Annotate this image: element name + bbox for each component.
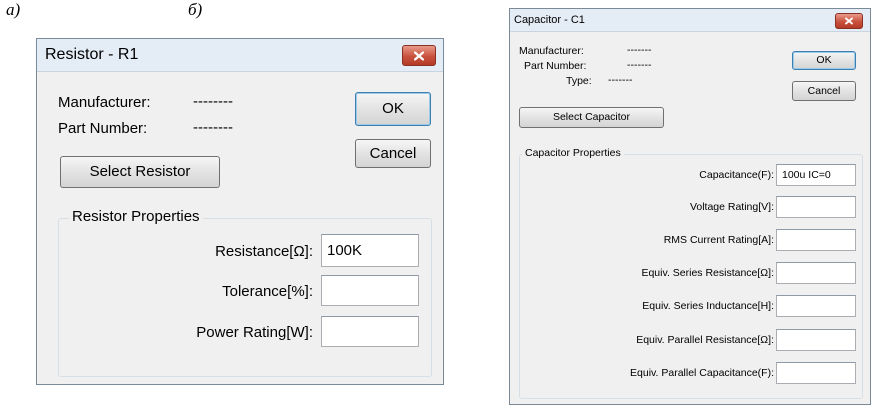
series-inductance-label: Equiv. Series Inductance[H]: <box>642 300 774 312</box>
manufacturer-label: Manufacturer: <box>519 45 584 57</box>
ok-button[interactable]: OK <box>355 92 431 126</box>
manufacturer-label: Manufacturer: <box>58 94 151 111</box>
capacitor-dialog: Capacitor - C1 Manufacturer: ------- Par… <box>509 8 871 405</box>
rms-current-rating-label: RMS Current Rating[A]: <box>663 234 774 246</box>
ok-button[interactable]: OK <box>792 51 856 70</box>
resistance-input[interactable]: 100K <box>321 234 419 267</box>
parallel-capacitance-label: Equiv. Parallel Capacitance(F): <box>630 367 774 379</box>
parallel-resistance-label: Equiv. Parallel Resistance[Ω]: <box>636 334 774 346</box>
series-inductance-input[interactable] <box>776 295 856 317</box>
resistor-dialog: Resistor - R1 Manufacturer: -------- Par… <box>36 38 444 385</box>
close-icon <box>414 51 424 60</box>
capacitance-input[interactable]: 100u IC=0 <box>776 164 856 186</box>
voltage-rating-label: Voltage Rating[V]: <box>689 201 774 213</box>
manufacturer-value: ------- <box>627 44 652 56</box>
capacitance-label: Capacitance(F): <box>699 169 774 181</box>
title-bar[interactable]: Capacitor - C1 <box>510 9 870 32</box>
close-button[interactable] <box>835 13 863 29</box>
power-rating-label: Power Rating[W]: <box>196 324 313 341</box>
tolerance-label: Tolerance[%]: <box>222 283 313 300</box>
select-capacitor-button[interactable]: Select Capacitor <box>519 107 664 128</box>
parallel-capacitance-input[interactable] <box>776 362 856 384</box>
part-number-label: Part Number: <box>58 120 148 137</box>
close-button[interactable] <box>402 45 436 66</box>
figure-label-a: а) <box>6 0 21 19</box>
title-bar[interactable]: Resistor - R1 <box>37 39 443 72</box>
select-resistor-button[interactable]: Select Resistor <box>60 156 220 188</box>
resistance-label: Resistance[Ω]: <box>215 243 313 260</box>
series-resistance-input[interactable] <box>776 262 856 284</box>
type-value: ------- <box>608 74 633 86</box>
rms-current-rating-input[interactable] <box>776 229 856 251</box>
part-number-value: -------- <box>193 119 233 136</box>
dialog-title: Resistor - R1 <box>45 46 139 63</box>
tolerance-input[interactable] <box>321 275 419 306</box>
parallel-resistance-input[interactable] <box>776 329 856 351</box>
part-number-value: ------- <box>627 59 652 71</box>
dialog-title: Capacitor - C1 <box>514 14 585 26</box>
voltage-rating-input[interactable] <box>776 196 856 218</box>
close-icon <box>845 17 853 25</box>
cancel-button[interactable]: Cancel <box>355 139 431 168</box>
group-title: Resistor Properties <box>69 208 203 225</box>
power-rating-input[interactable] <box>321 316 419 347</box>
figure-label-b: б) <box>188 0 203 19</box>
series-resistance-label: Equiv. Series Resistance[Ω]: <box>641 267 774 279</box>
cancel-button[interactable]: Cancel <box>792 81 856 101</box>
type-label: Type: <box>566 75 592 87</box>
group-title: Capacitor Properties <box>522 147 624 159</box>
part-number-label: Part Number: <box>524 60 587 72</box>
manufacturer-value: -------- <box>193 93 233 110</box>
